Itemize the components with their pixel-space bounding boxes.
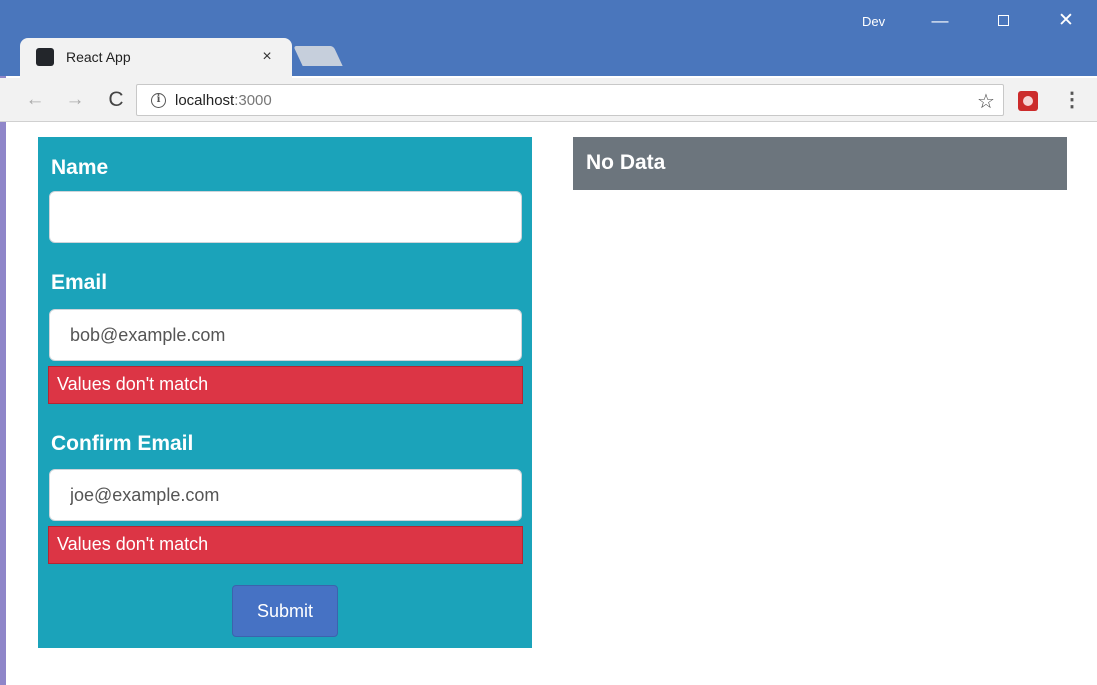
browser-toolbar: ← → C i localhost:3000 ☆ (0, 78, 1097, 122)
close-window-button[interactable]: ✕ (1046, 8, 1086, 34)
browser-tab[interactable]: React App × (20, 38, 292, 78)
submit-button[interactable]: Submit (232, 585, 338, 637)
confirm-email-error-message: Values don't match (48, 526, 523, 564)
minimize-button[interactable]: — (920, 8, 960, 34)
tab-title: React App (66, 49, 131, 65)
name-field[interactable] (49, 191, 522, 243)
url-port: :3000 (234, 92, 272, 109)
address-bar[interactable]: i localhost:3000 ☆ (136, 84, 1004, 116)
extension-icon[interactable] (1018, 91, 1038, 111)
url-host: localhost (175, 92, 235, 109)
react-logo-icon (36, 48, 54, 66)
confirm-email-field[interactable] (49, 469, 522, 521)
no-data-panel: No Data (573, 137, 1067, 190)
browser-menu-icon[interactable]: ⋮ (1062, 88, 1082, 112)
email-label: Email (51, 271, 108, 294)
back-button[interactable]: ← (22, 87, 48, 113)
bookmark-star-icon[interactable]: ☆ (977, 89, 995, 114)
form-panel: Name Email Values don't match Confirm Em… (38, 137, 532, 648)
email-error-message: Values don't match (48, 366, 523, 404)
maximize-icon (997, 14, 1009, 26)
info-icon[interactable]: i (151, 93, 166, 108)
reload-button[interactable]: C (103, 87, 129, 113)
profile-name[interactable]: Dev (862, 14, 885, 29)
window-left-edge (0, 76, 6, 685)
email-field[interactable] (49, 309, 522, 361)
name-label: Name (51, 156, 109, 179)
url-text[interactable]: localhost:3000 (175, 92, 272, 109)
forward-button[interactable]: → (62, 87, 88, 113)
confirm-email-label: Confirm Email (51, 432, 194, 455)
maximize-button[interactable] (983, 8, 1023, 34)
close-tab-icon[interactable]: × (256, 46, 278, 68)
no-data-text: No Data (586, 151, 666, 174)
